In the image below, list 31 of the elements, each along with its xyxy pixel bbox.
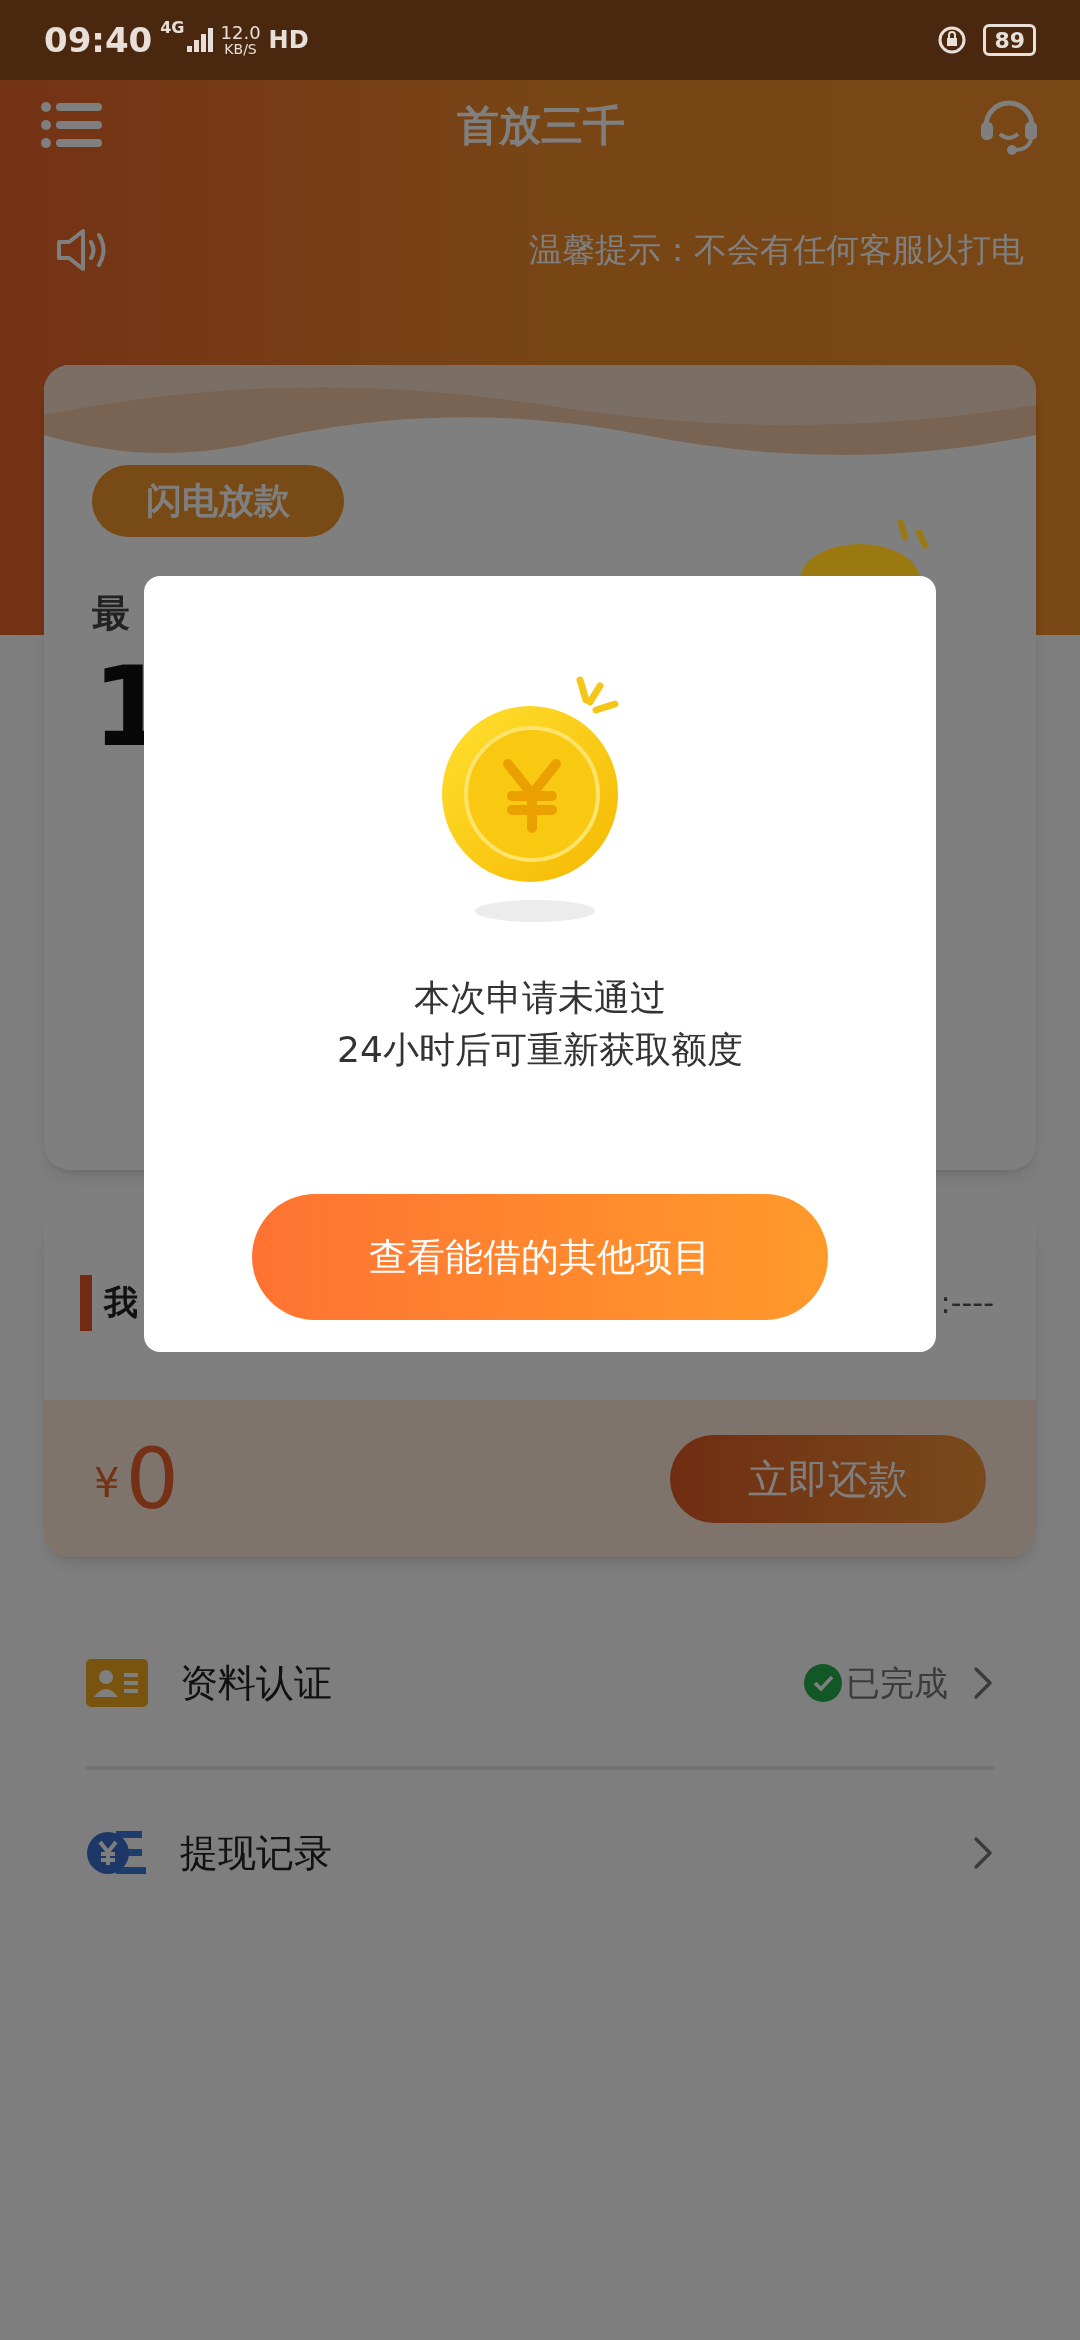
repay-title: 我 xyxy=(104,1281,138,1324)
other-projects-button[interactable]: 查看能借的其他项目 xyxy=(252,1194,828,1320)
app-title: 首放三千 xyxy=(457,99,625,152)
menu-label: 资料认证 xyxy=(180,1659,332,1707)
notice-text: 温馨提示：不会有任何客服以打电 xyxy=(529,229,1024,272)
repay-amount: 0 xyxy=(125,1436,179,1521)
network-label: 4G xyxy=(160,17,185,39)
repay-date: :---- xyxy=(940,1284,994,1322)
dialog-message: 24小时后可重新获取额度 xyxy=(337,1028,743,1072)
signal-icon xyxy=(186,28,213,52)
menu-icon[interactable] xyxy=(40,101,104,149)
dialog-message: 本次申请未通过 xyxy=(414,976,666,1020)
menu-item[interactable]: 提现记录 xyxy=(86,1770,994,1936)
title-accent-bar xyxy=(80,1274,92,1331)
chevron-right-icon xyxy=(972,1835,994,1871)
currency-symbol: ¥ xyxy=(94,1458,120,1508)
battery-indicator: 89 xyxy=(983,24,1036,56)
speed-value: 12.0 xyxy=(220,24,261,42)
chevron-right-icon xyxy=(972,1665,994,1701)
yen-coin-list-icon xyxy=(86,1829,148,1877)
check-circle-icon xyxy=(804,1664,842,1702)
status-time: 09:40 xyxy=(44,18,153,62)
flash-loan-badge: 闪电放款 xyxy=(92,465,344,537)
hd-label: HD xyxy=(268,25,309,56)
menu-label: 提现记录 xyxy=(180,1829,332,1877)
speed-unit: KB/S xyxy=(224,42,257,56)
rotation-lock-icon xyxy=(937,25,968,55)
status-text: 已完成 xyxy=(846,1661,948,1705)
limit-label: 最 xyxy=(92,590,131,637)
menu-item[interactable]: 资料认证 已完成 xyxy=(86,1600,994,1766)
id-card-icon xyxy=(86,1659,148,1707)
